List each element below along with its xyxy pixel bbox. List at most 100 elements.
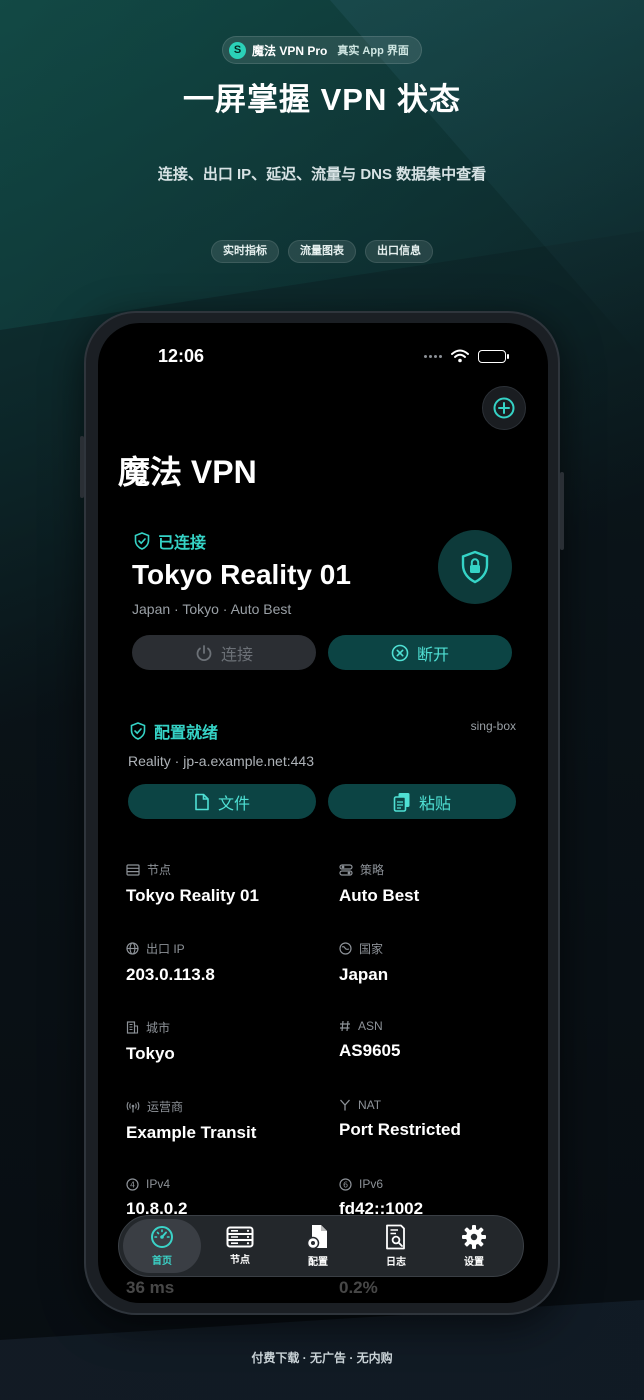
- four-circle-icon: 4: [126, 1177, 139, 1191]
- info-label: 城市: [146, 1021, 171, 1035]
- feature-chip: 流量图表: [288, 240, 356, 263]
- info-value: Tokyo Reality 01: [126, 886, 259, 905]
- svg-text:6: 6: [343, 1180, 348, 1189]
- badge-tag: 真实 App 界面: [337, 45, 409, 57]
- config-engine: sing-box: [470, 719, 516, 733]
- headline: 一屏掌握 VPN 状态: [183, 82, 461, 117]
- info-value: Example Transit: [126, 1123, 257, 1142]
- info-value: Japan: [339, 965, 389, 984]
- server-name: Tokyo Reality 01: [132, 559, 351, 590]
- toggle-icon: [339, 863, 353, 876]
- shield-check-icon: [134, 532, 150, 550]
- info-label: IPv4: [146, 1177, 171, 1191]
- info-label: 节点: [147, 863, 172, 877]
- file-button-label: 文件: [217, 795, 250, 813]
- info-label: 策略: [360, 863, 385, 877]
- info-label: 运营商: [147, 1100, 184, 1114]
- signal-dots-icon: [424, 354, 442, 358]
- info-label: 国家: [359, 942, 384, 956]
- fork-icon: [340, 1099, 350, 1111]
- connect-button-label: 连接: [220, 646, 253, 664]
- config-status-label: 配置就绪: [154, 725, 219, 742]
- shield-lock-badge: [438, 530, 512, 604]
- tab-label: 设置: [464, 1257, 484, 1268]
- phone-side-button: [560, 472, 564, 550]
- info-item-nat: NAT Port Restricted: [339, 1098, 529, 1140]
- power-icon: [196, 644, 212, 661]
- globe-icon: [126, 942, 139, 955]
- tab-label: 节点: [230, 1255, 250, 1266]
- doc-gear-icon: [306, 1225, 327, 1250]
- connect-button[interactable]: 连接: [132, 635, 316, 670]
- tab-config[interactable]: 配置: [279, 1219, 357, 1273]
- status-time: 12:06: [158, 346, 205, 366]
- tab-label: 配置: [308, 1257, 328, 1268]
- config-status: 配置就绪: [130, 719, 218, 743]
- info-value: Port Restricted: [339, 1120, 461, 1139]
- tab-settings[interactable]: 设置: [435, 1219, 513, 1273]
- info-item-city: 城市 Tokyo: [126, 1019, 316, 1064]
- tab-home[interactable]: 首页: [123, 1219, 201, 1273]
- app-title: 魔法 VPN: [118, 454, 257, 490]
- info-item-country: 国家 Japan: [339, 940, 529, 985]
- info-label: 出口 IP: [146, 942, 185, 956]
- paste-config-button[interactable]: 粘贴: [328, 784, 516, 819]
- app-logo-icon: S: [229, 41, 246, 59]
- info-item-exit-ip: 出口 IP 203.0.113.8: [126, 940, 316, 985]
- info-item-ipv6: 6 IPv6 fd42::1002: [339, 1177, 529, 1219]
- subline: 连接、出口 IP、延迟、流量与 DNS 数据集中查看: [157, 166, 487, 183]
- server-icon: [126, 863, 140, 876]
- server-meta: Japan · Tokyo · Auto Best: [132, 601, 292, 617]
- info-label: ASN: [358, 1019, 383, 1033]
- hash-icon: [340, 1020, 350, 1032]
- info-label: IPv6: [359, 1177, 384, 1191]
- info-item-ipv4: 4 IPv4 10.8.0.2: [126, 1177, 316, 1219]
- connection-status: 已连接: [134, 529, 206, 553]
- svg-text:4: 4: [130, 1180, 135, 1189]
- feature-chips: 实时指标 流量图表 出口信息: [0, 240, 644, 263]
- info-value: 36 ms: [126, 1278, 175, 1297]
- info-value: AS9605: [339, 1041, 401, 1060]
- shield-lock-icon: [461, 550, 489, 584]
- info-value: Auto Best: [339, 886, 420, 905]
- add-config-button[interactable]: [482, 386, 526, 430]
- battery-icon: [478, 349, 509, 363]
- x-circle-icon: [391, 644, 409, 661]
- gauge-icon: [151, 1226, 173, 1248]
- gear-icon: [462, 1225, 486, 1249]
- import-file-button[interactable]: 文件: [128, 784, 316, 819]
- building-icon: [126, 1021, 139, 1034]
- tab-logs[interactable]: 日志: [357, 1219, 435, 1273]
- info-item-node: 节点 Tokyo Reality 01: [126, 861, 316, 906]
- badge-name: 魔法 VPN Pro: [252, 43, 328, 58]
- bottom-tab-bar: 首页 节点 配置 日志 设置: [118, 1215, 524, 1277]
- info-item-strategy: 策略 Auto Best: [339, 861, 529, 906]
- plus-circle-icon: [493, 397, 515, 419]
- disconnect-button-label: 断开: [416, 646, 449, 664]
- app-badge: S 魔法 VPN Pro 真实 App 界面: [222, 36, 422, 64]
- disconnect-button[interactable]: 断开: [328, 635, 512, 670]
- document-icon: [195, 793, 209, 810]
- info-label: NAT: [358, 1098, 382, 1112]
- info-value: Tokyo: [126, 1044, 175, 1063]
- paste-button-label: 粘贴: [418, 795, 451, 813]
- status-icons: [424, 349, 509, 363]
- phone-screen: 12:06 魔法 VPN 已连接 Tokyo Reality 01 Japan …: [98, 323, 548, 1303]
- config-endpoint: Reality · jp-a.example.net:443: [128, 753, 314, 769]
- antenna-icon: [126, 1101, 140, 1112]
- doc-search-icon: [386, 1224, 405, 1250]
- wifi-icon: [451, 349, 469, 363]
- feature-chip: 实时指标: [211, 240, 279, 263]
- info-value: 203.0.113.8: [126, 965, 215, 984]
- connection-status-label: 已连接: [158, 535, 207, 552]
- feature-chip: 出口信息: [365, 240, 433, 263]
- globe-stand-icon: [339, 942, 352, 955]
- info-value: 0.2%: [339, 1278, 378, 1297]
- six-circle-icon: 6: [339, 1177, 352, 1191]
- shield-check-icon: [130, 722, 146, 740]
- tab-nodes[interactable]: 节点: [201, 1219, 279, 1273]
- info-item-asn: ASN AS9605: [339, 1019, 529, 1061]
- server-stack-icon: [226, 1226, 254, 1248]
- footer-tagline: 付费下载 · 无广告 · 无内购: [251, 1351, 393, 1365]
- tab-label: 日志: [386, 1257, 406, 1268]
